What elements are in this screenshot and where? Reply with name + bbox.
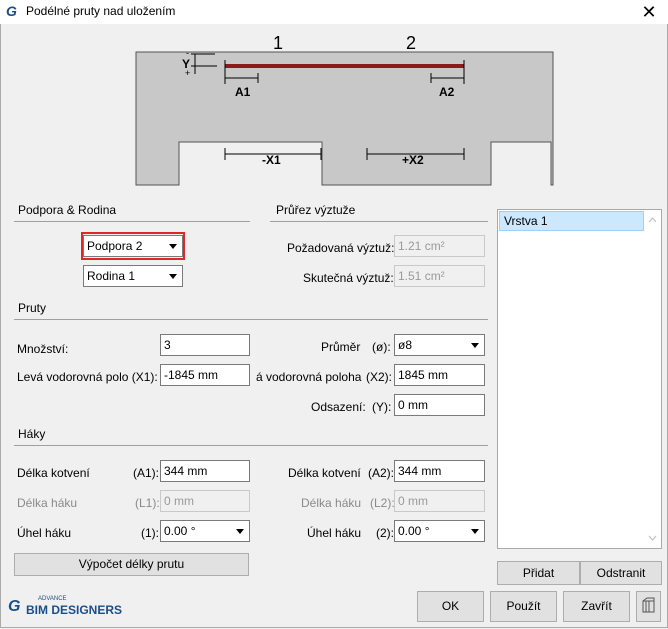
brand-logo-icon: G (8, 598, 21, 615)
anchor-length-1-label: Délka kotvení (17, 466, 90, 480)
apply-button[interactable]: Použít (490, 591, 557, 622)
cross-section-heading: Průřez výztuže (276, 203, 356, 217)
library-button[interactable] (636, 591, 661, 622)
a2-label: A2 (439, 85, 455, 99)
close-window-button[interactable]: ✕ (630, 0, 668, 24)
quantity-field[interactable]: 3 (160, 334, 250, 356)
diameter-symbol: (ø): (372, 340, 391, 354)
list-item[interactable]: Vrstva 1 (499, 211, 644, 231)
divider (14, 221, 250, 222)
anchor-length-2-field[interactable]: 344 mm (394, 460, 485, 482)
app-logo-icon: G (6, 3, 17, 19)
anchor-length-2-label: Délka kotvení (288, 466, 361, 480)
hook-angle-1-symbol: (1): (141, 526, 159, 540)
hook-length-1-label: Délka háku (17, 496, 78, 510)
chevron-down-icon (169, 274, 177, 279)
compute-length-button[interactable]: Výpočet délky prutu (14, 553, 249, 576)
window-title: Podélné pruty nad uložením (26, 4, 176, 18)
list-scrollbar[interactable] (644, 210, 661, 548)
support-1-label: 1 (273, 33, 284, 53)
add-layer-button[interactable]: Přidat (497, 561, 580, 585)
support-select[interactable]: Podpora 2 (83, 235, 183, 257)
brand-logo-top: ADVANCE (38, 596, 67, 602)
x2-label: +X2 (402, 153, 424, 167)
chevron-down-icon (471, 529, 479, 534)
close-button[interactable]: Zavřít (563, 591, 630, 622)
support-2-label: 2 (406, 33, 417, 53)
actual-reinforcement-field: 1.51 cm² (394, 265, 485, 287)
right-position-label: á vodorovná poloha (256, 370, 362, 384)
hook-length-2-label: Délka háku (301, 496, 362, 510)
offset-field[interactable]: 0 mm (394, 394, 485, 416)
library-icon (642, 597, 655, 613)
brand-logo-text: BIM DESIGNERS (26, 603, 123, 617)
chevron-down-icon (169, 244, 177, 249)
anchor-length-2-symbol: (A2): (368, 466, 395, 480)
divider (14, 319, 488, 320)
offset-label: Odsazení: (311, 400, 366, 414)
x1-label: -X1 (262, 153, 281, 167)
required-reinforcement-label: Požadovaná výztuž: (287, 241, 395, 255)
family-select[interactable]: Rodina 1 (83, 265, 183, 287)
diameter-label: Průměr (321, 340, 361, 354)
ok-button[interactable]: OK (417, 591, 484, 622)
scroll-down-icon (648, 535, 657, 541)
hook-angle-2-value: 0.00 ° (398, 524, 430, 538)
hook-angle-2-symbol: (2): (376, 526, 394, 540)
right-position-field[interactable]: 1845 mm (394, 364, 485, 386)
beam-diagram (135, 51, 554, 186)
chevron-down-icon (471, 343, 479, 348)
scroll-up-icon (648, 217, 657, 223)
divider (270, 221, 488, 222)
diameter-select-value: ø8 (398, 338, 413, 352)
a1-label: A1 (235, 85, 251, 99)
actual-reinforcement-label: Skutečná výztuž: (303, 271, 394, 285)
anchor-length-1-symbol: (A1): (133, 466, 160, 480)
divider (14, 445, 488, 446)
support-family-heading: Podpora & Rodina (18, 203, 117, 217)
layer-list[interactable]: Vrstva 1 (497, 209, 662, 549)
hook-angle-2-label: Úhel háku (307, 526, 362, 540)
remove-layer-button[interactable]: Odstranit (580, 561, 662, 585)
left-position-label: Levá vodorovná polo (X1): (17, 370, 158, 384)
hook-angle-1-label: Úhel háku (17, 526, 72, 540)
minus-label: - (186, 48, 189, 58)
hook-angle-1-select[interactable]: 0.00 ° (160, 520, 250, 542)
right-position-symbol: (X2): (366, 370, 393, 384)
family-select-value: Rodina 1 (87, 269, 136, 283)
hook-angle-1-value: 0.00 ° (164, 524, 196, 538)
hook-length-2-symbol: (L2): (370, 496, 395, 510)
bars-heading: Pruty (18, 301, 47, 315)
hook-angle-2-select[interactable]: 0.00 ° (394, 520, 485, 542)
hook-length-1-field: 0 mm (160, 490, 250, 512)
required-reinforcement-field: 1.21 cm² (394, 235, 485, 257)
support-select-value: Podpora 2 (87, 239, 143, 253)
quantity-label: Množství: (17, 342, 69, 356)
left-position-field[interactable]: -1845 mm (160, 364, 250, 386)
plus-label: + (185, 68, 191, 78)
offset-symbol: (Y): (372, 400, 392, 414)
anchor-length-1-field[interactable]: 344 mm (160, 460, 250, 482)
hooks-heading: Háky (18, 427, 46, 441)
chevron-down-icon (236, 529, 244, 534)
hook-length-2-field: 0 mm (394, 490, 485, 512)
hook-length-1-symbol: (L1): (135, 496, 160, 510)
diameter-select[interactable]: ø8 (394, 334, 485, 356)
